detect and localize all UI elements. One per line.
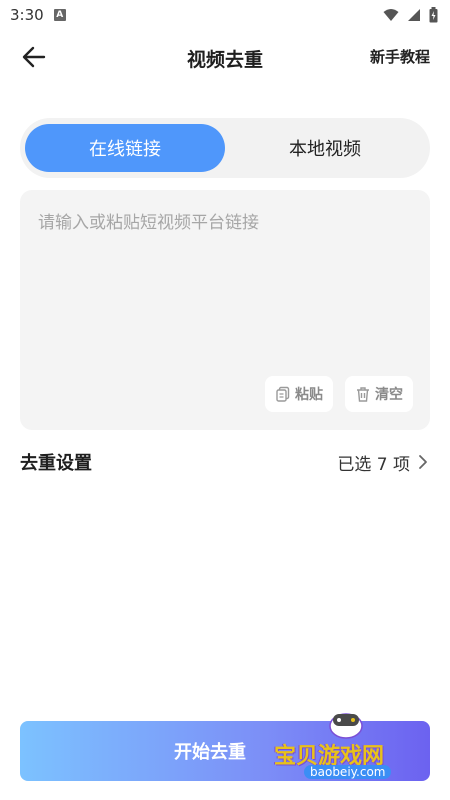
notification-icon: A xyxy=(53,9,66,21)
source-tab-switch: 在线链接 本地视频 xyxy=(20,118,430,178)
paste-button[interactable]: 粘贴 xyxy=(265,376,333,412)
settings-selected-count: 已选 7 项 xyxy=(337,454,410,475)
wifi-icon xyxy=(383,9,399,21)
status-time: 3:30 xyxy=(10,6,44,24)
paste-label: 粘贴 xyxy=(295,387,323,403)
clear-label: 清空 xyxy=(375,387,403,403)
link-input-box: 粘贴 清空 xyxy=(20,190,430,430)
tab-online-link[interactable]: 在线链接 xyxy=(25,124,225,172)
tab-local-video[interactable]: 本地视频 xyxy=(225,124,425,172)
paste-icon xyxy=(276,386,290,402)
link-input[interactable] xyxy=(38,208,408,368)
app-header: 视频去重 新手教程 xyxy=(0,35,450,79)
tutorial-link[interactable]: 新手教程 xyxy=(370,46,430,67)
dedup-settings-row[interactable]: 去重设置 已选 7 项 xyxy=(20,442,430,482)
chevron-right-icon xyxy=(419,455,427,469)
battery-icon xyxy=(429,7,438,23)
clear-button[interactable]: 清空 xyxy=(345,376,413,412)
status-bar: 3:30 A xyxy=(0,0,450,30)
trash-icon xyxy=(357,387,369,402)
settings-label: 去重设置 xyxy=(20,453,92,474)
signal-icon xyxy=(408,9,420,21)
start-button-label: 开始去重 xyxy=(174,742,246,763)
start-dedup-button[interactable]: 开始去重 xyxy=(20,721,430,781)
